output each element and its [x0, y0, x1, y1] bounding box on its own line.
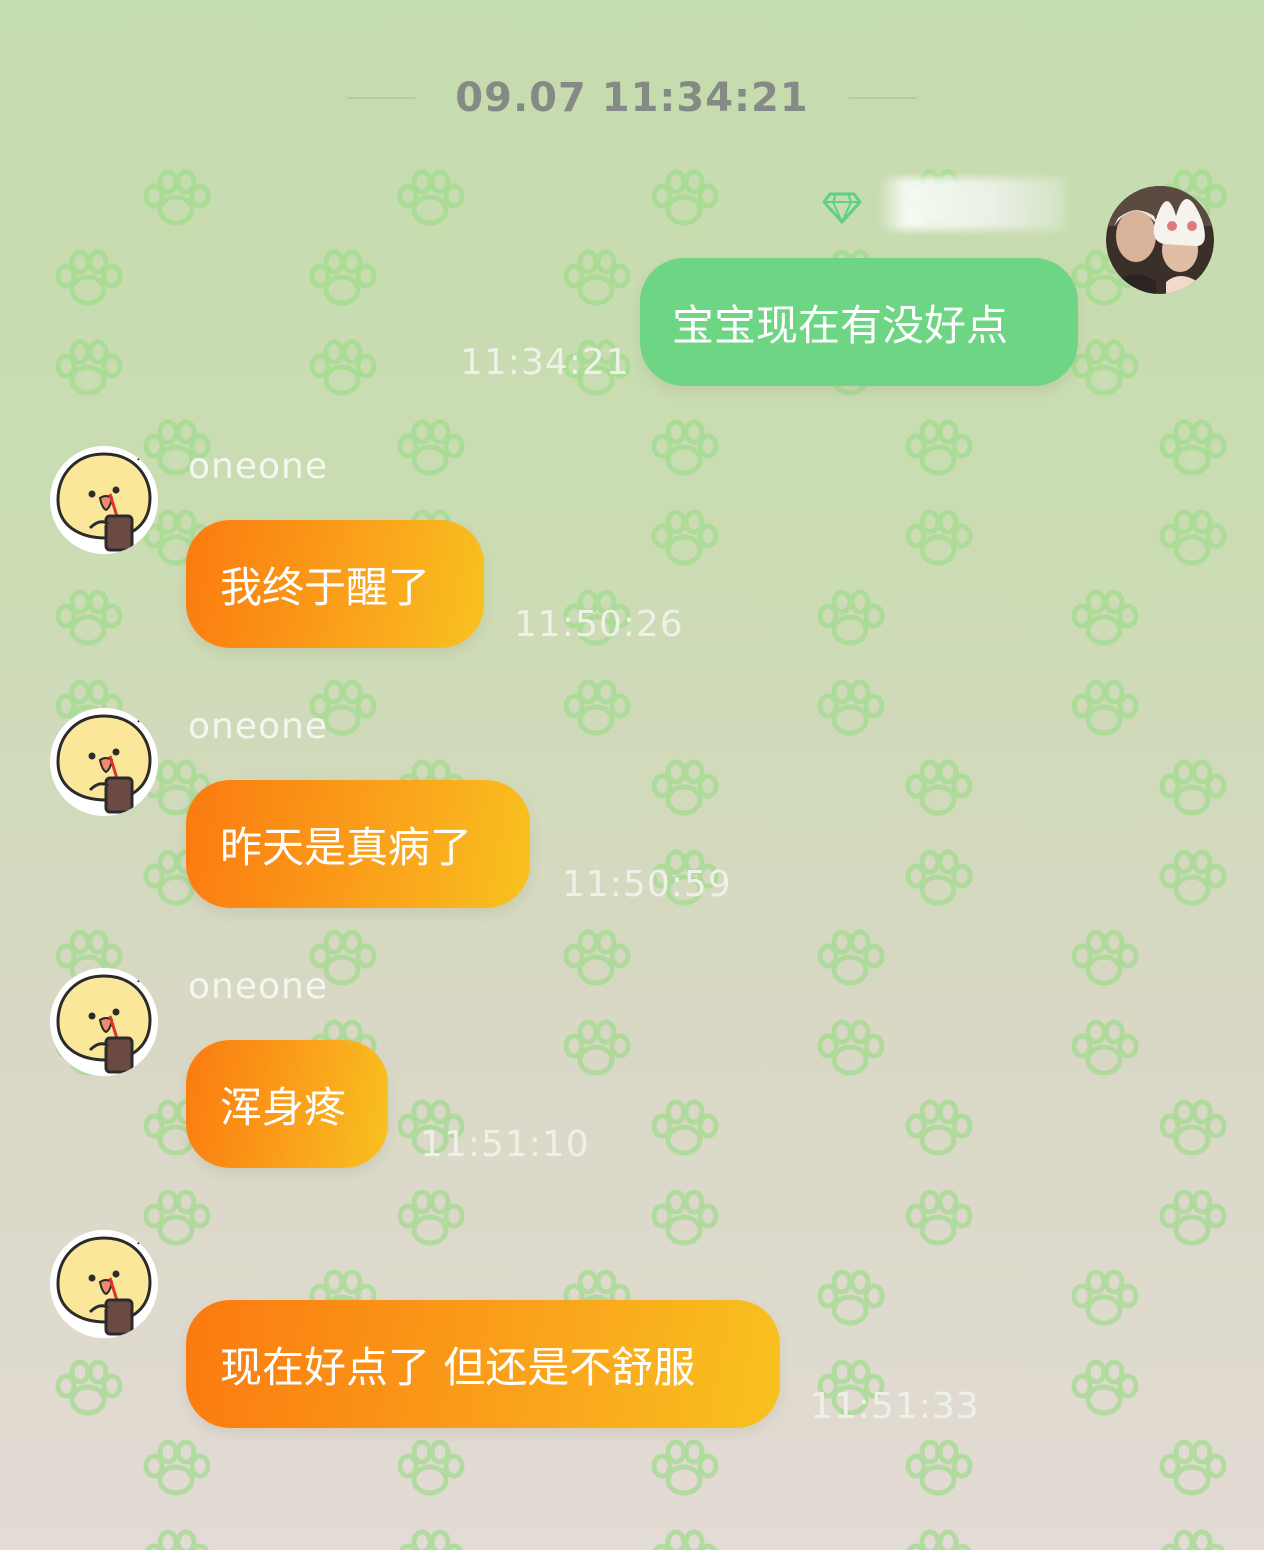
chick-drinking-avatar-icon: [50, 1230, 158, 1338]
paw-print-icon: [1071, 589, 1139, 646]
separator-line-left: [347, 97, 416, 99]
paw-print-icon: [817, 1269, 885, 1326]
chick-drinking-avatar-icon: [50, 968, 158, 1076]
paw-print-icon: [1071, 679, 1139, 736]
paw-print-icon: [563, 679, 631, 736]
message-text: 昨天是真病了: [220, 822, 473, 872]
paw-print-icon: [651, 1439, 719, 1496]
paw-print-icon: [563, 249, 631, 306]
self-avatar[interactable]: [1106, 186, 1214, 294]
paw-print-icon: [309, 339, 377, 396]
paw-print-icon: [1159, 1189, 1227, 1246]
message-time: 11:50:59: [562, 864, 732, 905]
paw-print-icon: [905, 419, 973, 476]
message-time: 11:34:21: [460, 342, 630, 383]
paw-print-icon: [143, 1189, 211, 1246]
message-bubble-received[interactable]: 浑身疼: [186, 1040, 388, 1168]
paw-print-icon: [817, 1019, 885, 1076]
paw-print-icon: [397, 419, 465, 476]
paw-print-icon: [144, 1529, 210, 1550]
separator-line-right: [848, 97, 917, 99]
date-separator-text: 09.07 11:34:21: [455, 75, 809, 121]
message-text: 现在好点了 但还是不舒服: [220, 1342, 696, 1392]
paw-print-icon: [817, 679, 885, 736]
paw-print-icon: [1159, 759, 1227, 816]
paw-print-icon: [817, 929, 885, 986]
paw-print-icon: [651, 1099, 719, 1156]
paw-print-icon: [905, 759, 973, 816]
paw-print-icon: [817, 589, 885, 646]
message-time: 11:50:26: [514, 604, 684, 645]
paw-print-icon: [1159, 509, 1227, 566]
paw-print-icon: [397, 169, 465, 226]
paw-print-icon: [55, 249, 123, 306]
paw-print-icon: [652, 1529, 718, 1550]
message-time: 11:51:10: [420, 1124, 590, 1165]
contact-avatar[interactable]: [50, 1230, 158, 1338]
blurred-username: [878, 178, 1066, 230]
paw-print-icon: [651, 509, 719, 566]
chick-drinking-avatar-icon: [50, 446, 158, 554]
paw-print-icon: [651, 169, 719, 226]
paw-print-icon: [906, 1529, 972, 1550]
message-bubble-received[interactable]: 现在好点了 但还是不舒服: [186, 1300, 780, 1428]
message-bubble-sent[interactable]: 宝宝现在有没好点: [640, 258, 1078, 386]
paw-print-icon: [1159, 849, 1227, 906]
paw-print-icon: [1071, 1019, 1139, 1076]
paw-print-icon: [55, 589, 123, 646]
paw-print-icon: [1160, 1529, 1226, 1550]
paw-print-icon: [1159, 419, 1227, 476]
paw-print-icon: [1071, 929, 1139, 986]
message-text: 宝宝现在有没好点: [672, 300, 1009, 350]
paw-print-icon: [905, 1439, 973, 1496]
sender-name: oneone: [188, 446, 328, 487]
paw-print-icon: [563, 929, 631, 986]
paw-print-icon: [143, 1439, 211, 1496]
paw-print-icon: [905, 1189, 973, 1246]
paw-print-icon: [143, 169, 211, 226]
message-text: 浑身疼: [220, 1082, 347, 1132]
chick-drinking-avatar-icon: [50, 708, 158, 816]
paw-print-icon: [398, 1529, 464, 1550]
paw-print-icon: [905, 849, 973, 906]
sender-name: oneone: [188, 966, 328, 1007]
message-text: 我终于醒了: [220, 562, 431, 612]
paw-print-icon: [1071, 1359, 1139, 1416]
sender-name: oneone: [188, 706, 328, 747]
paw-print-icon: [1071, 1269, 1139, 1326]
paw-print-icon: [397, 1439, 465, 1496]
paw-print-icon: [905, 1099, 973, 1156]
message-time: 11:51:33: [810, 1386, 980, 1427]
paw-print-icon: [651, 419, 719, 476]
paw-print-icon: [563, 1019, 631, 1076]
message-bubble-received[interactable]: 昨天是真病了: [186, 780, 530, 908]
paw-print-icon: [651, 759, 719, 816]
paw-print-icon: [1159, 1439, 1227, 1496]
diamond-icon: [822, 192, 862, 225]
contact-avatar[interactable]: [50, 708, 158, 816]
paw-print-icon: [309, 249, 377, 306]
message-bubble-received[interactable]: 我终于醒了: [186, 520, 484, 648]
contact-avatar[interactable]: [50, 446, 158, 554]
contact-avatar[interactable]: [50, 968, 158, 1076]
paw-print-icon: [55, 339, 123, 396]
paw-print-icon: [397, 1189, 465, 1246]
user-photo-avatar-icon: [1106, 186, 1214, 294]
paw-print-icon: [55, 1359, 123, 1416]
paw-print-icon: [1159, 1099, 1227, 1156]
paw-print-icon: [1071, 339, 1139, 396]
date-separator: 09.07 11:34:21: [0, 68, 1264, 128]
paw-print-icon: [905, 509, 973, 566]
paw-print-icon: [651, 1189, 719, 1246]
